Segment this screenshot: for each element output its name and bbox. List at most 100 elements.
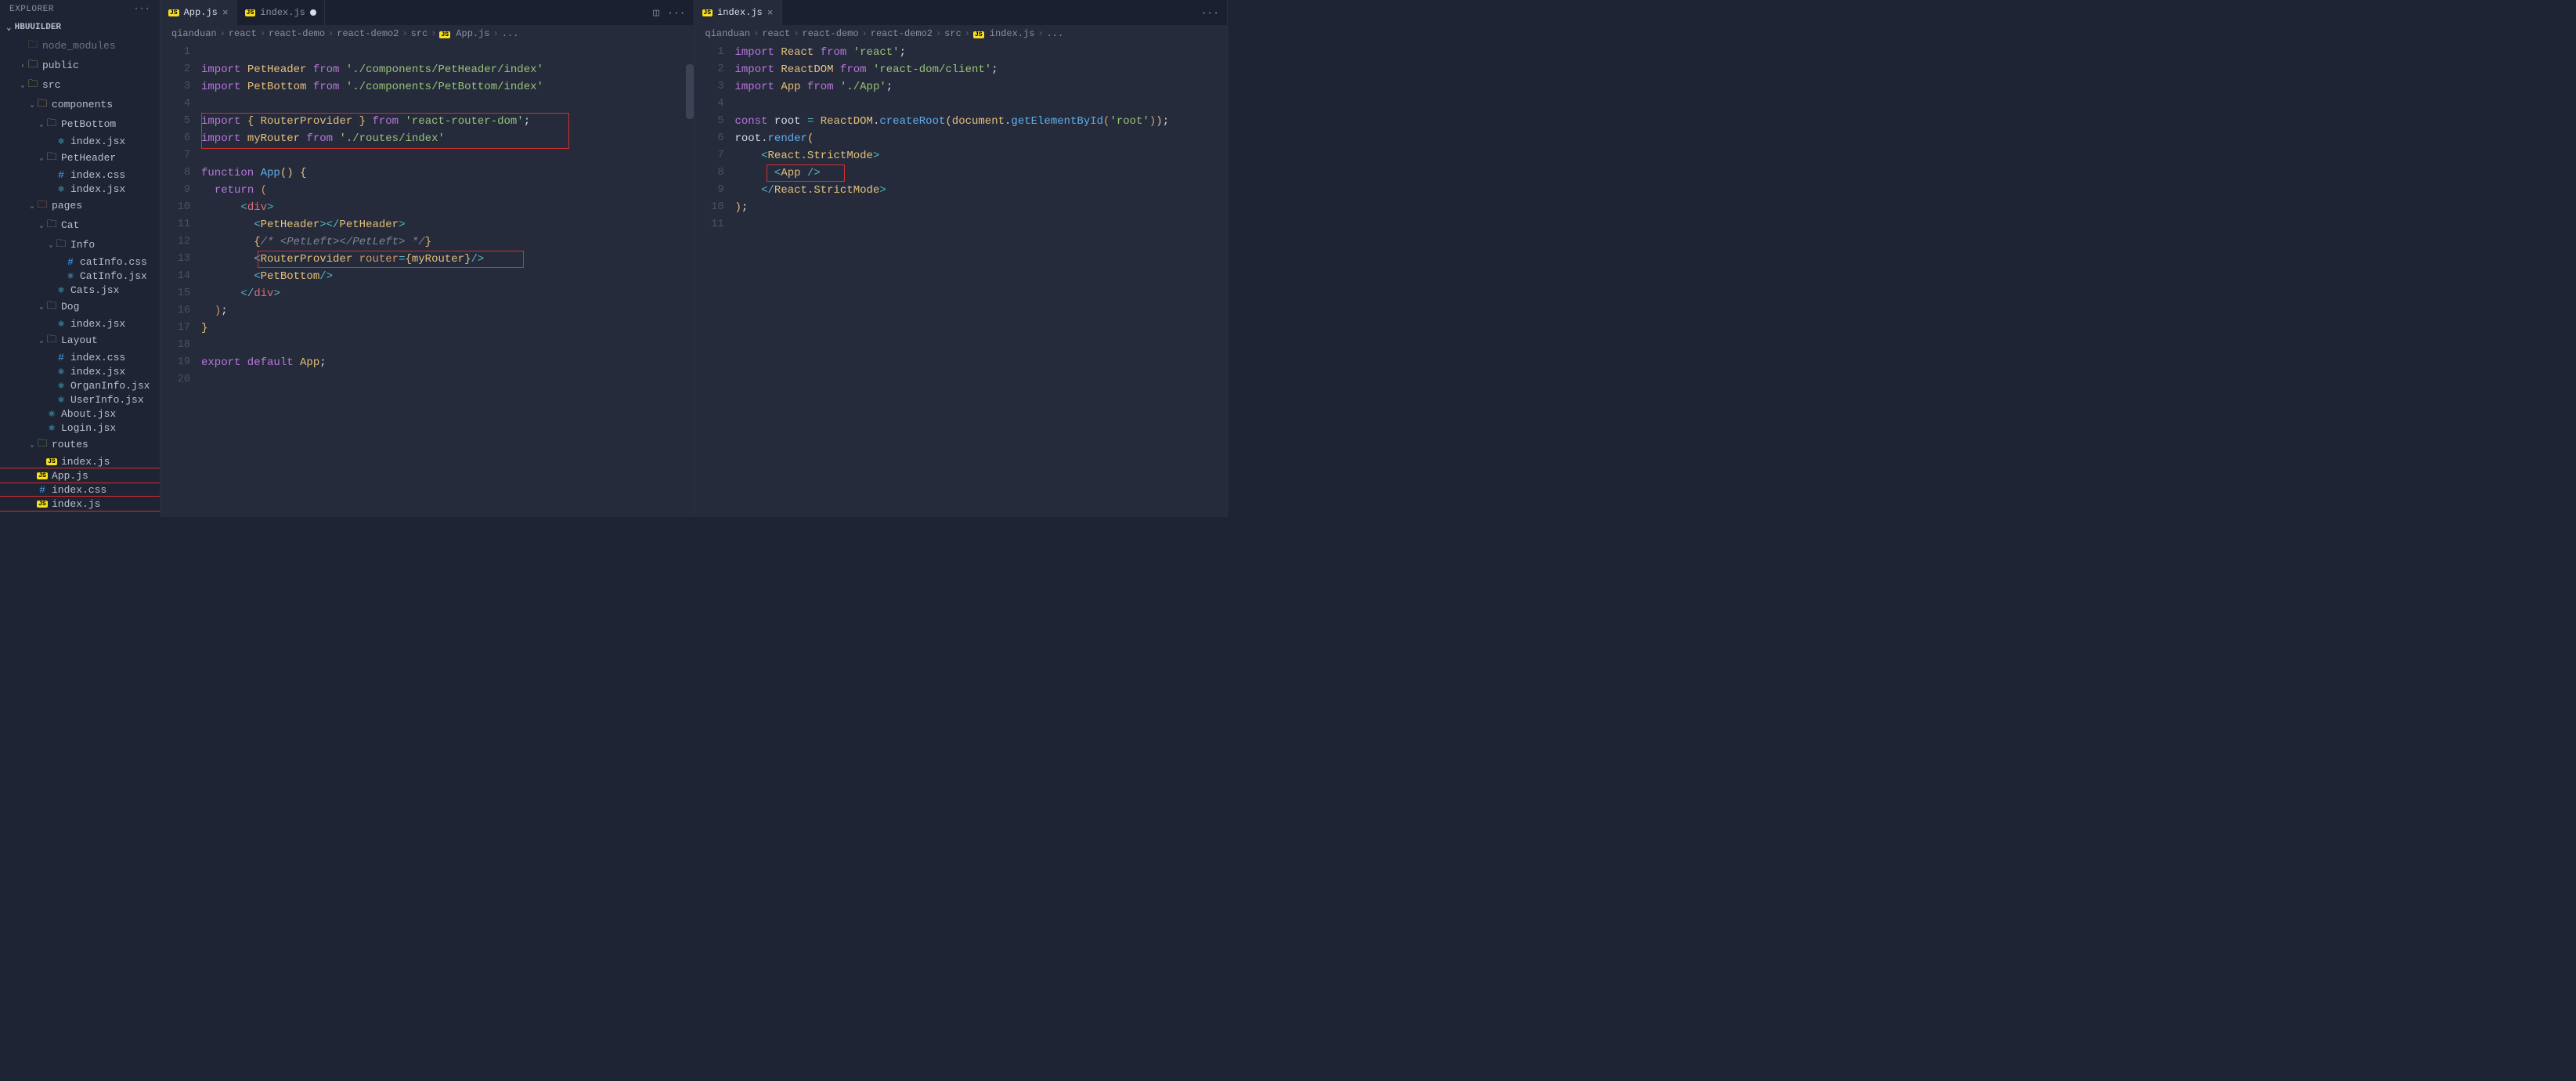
- more-icon[interactable]: ···: [1201, 7, 1219, 19]
- folder-pages[interactable]: ⌄🗀pages: [0, 196, 160, 215]
- folder-src[interactable]: ⌄🗀src: [0, 75, 160, 95]
- folder-petheader[interactable]: ⌄🗀PetHeader: [0, 148, 160, 168]
- code-line-15[interactable]: </div>: [201, 285, 694, 302]
- folder-node_modules[interactable]: 🗀node_modules: [0, 36, 160, 56]
- folder-cat[interactable]: ⌄🗀Cat: [0, 215, 160, 235]
- breadcrumb-segment[interactable]: react-demo2: [871, 28, 933, 39]
- file-index.css[interactable]: #index.css: [0, 483, 160, 497]
- code-line-4[interactable]: [735, 96, 1228, 113]
- file-index.jsx[interactable]: ⚛index.jsx: [0, 134, 160, 148]
- code-line-20[interactable]: [201, 371, 694, 389]
- code-line-10[interactable]: <div>: [201, 199, 694, 216]
- code-left[interactable]: import PetHeader from './components/PetH…: [201, 42, 694, 517]
- js-icon: JS: [973, 31, 984, 38]
- code-line-7[interactable]: <React.StrictMode>: [735, 147, 1228, 164]
- code-line-1[interactable]: [201, 44, 694, 61]
- code-right[interactable]: import React from 'react';import ReactDO…: [735, 42, 1228, 517]
- breadcrumb-segment[interactable]: JS App.js: [439, 28, 489, 39]
- code-line-16[interactable]: );: [201, 302, 694, 320]
- js-icon: JS: [168, 9, 179, 16]
- more-icon[interactable]: ···: [667, 7, 685, 19]
- code-line-7[interactable]: [201, 147, 694, 164]
- code-area-left[interactable]: 1234567891011121314151617181920 import P…: [161, 42, 694, 517]
- file-App.js[interactable]: JSApp.js: [0, 468, 160, 483]
- code-line-5[interactable]: import { RouterProvider } from 'react-ro…: [201, 113, 694, 130]
- breadcrumb-segment[interactable]: qianduan: [705, 28, 751, 39]
- breadcrumb-segment[interactable]: src: [411, 28, 428, 39]
- folder-public[interactable]: ›🗀public: [0, 56, 160, 75]
- folder-dog[interactable]: ⌄🗀Dog: [0, 297, 160, 316]
- breadcrumb-segment[interactable]: qianduan: [171, 28, 217, 39]
- file-Login.jsx[interactable]: ⚛Login.jsx: [0, 421, 160, 435]
- file-tree: 🗀node_modules›🗀public⌄🗀src⌄🗀components⌄🗀…: [0, 36, 160, 517]
- js-icon: JS: [702, 9, 713, 16]
- breadcrumb-right[interactable]: qianduan›react›react-demo›react-demo2›sr…: [695, 25, 1228, 42]
- breadcrumb-segment[interactable]: react-demo: [269, 28, 325, 39]
- code-line-3[interactable]: import App from './App';: [735, 78, 1228, 96]
- code-line-12[interactable]: {/* <PetLeft></PetLeft> */}: [201, 233, 694, 251]
- breadcrumb-segment[interactable]: ...: [502, 28, 519, 39]
- close-icon[interactable]: ×: [767, 7, 774, 19]
- editor-group-right: JSindex.js× ··· qianduan›react›react-demo…: [695, 0, 1228, 517]
- code-area-right[interactable]: 1234567891011 import React from 'react';…: [695, 42, 1228, 517]
- code-line-10[interactable]: );: [735, 199, 1228, 216]
- breadcrumb-segment[interactable]: react: [229, 28, 257, 39]
- breadcrumb-segment[interactable]: react-demo: [803, 28, 859, 39]
- code-line-8[interactable]: function App() {: [201, 164, 694, 182]
- file-index.jsx[interactable]: ⚛index.jsx: [0, 364, 160, 378]
- code-line-8[interactable]: <App />: [735, 164, 1228, 182]
- breadcrumb-segment[interactable]: react-demo2: [337, 28, 399, 39]
- code-line-19[interactable]: export default App;: [201, 354, 694, 371]
- breadcrumb-segment[interactable]: ...: [1047, 28, 1064, 39]
- file-index.css[interactable]: #index.css: [0, 168, 160, 182]
- tab-index.js[interactable]: JSindex.js: [237, 0, 325, 25]
- close-icon[interactable]: ×: [222, 7, 229, 19]
- file-index.jsx[interactable]: ⚛index.jsx: [0, 316, 160, 331]
- code-line-6[interactable]: root.render(: [735, 130, 1228, 147]
- scrollbar[interactable]: [686, 64, 694, 119]
- breadcrumb-segment[interactable]: JS index.js: [973, 28, 1034, 39]
- project-header[interactable]: ⌄ HBUUILDER: [0, 19, 160, 36]
- code-line-2[interactable]: import ReactDOM from 'react-dom/client';: [735, 61, 1228, 78]
- folder-layout[interactable]: ⌄🗀Layout: [0, 331, 160, 350]
- file-index.js[interactable]: JSindex.js: [0, 454, 160, 468]
- code-line-5[interactable]: const root = ReactDOM.createRoot(documen…: [735, 113, 1228, 130]
- file-OrganInfo.jsx[interactable]: ⚛OrganInfo.jsx: [0, 378, 160, 392]
- code-line-18[interactable]: [201, 337, 694, 354]
- chevron-down-icon: ⌄: [6, 22, 12, 33]
- split-icon[interactable]: ◫: [653, 7, 659, 19]
- code-line-17[interactable]: }: [201, 320, 694, 337]
- file-UserInfo.jsx[interactable]: ⚛UserInfo.jsx: [0, 392, 160, 407]
- file-index.css[interactable]: #index.css: [0, 350, 160, 364]
- code-line-2[interactable]: import PetHeader from './components/PetH…: [201, 61, 694, 78]
- more-icon[interactable]: ···: [134, 5, 150, 14]
- tab-index.js[interactable]: JSindex.js×: [695, 0, 782, 25]
- code-line-1[interactable]: import React from 'react';: [735, 44, 1228, 61]
- code-line-6[interactable]: import myRouter from './routes/index': [201, 130, 694, 147]
- file-CatInfo.jsx[interactable]: ⚛CatInfo.jsx: [0, 269, 160, 283]
- explorer-sidebar: EXPLORER ··· ⌄ HBUUILDER 🗀node_modules›🗀…: [0, 0, 161, 517]
- file-Cats.jsx[interactable]: ⚛Cats.jsx: [0, 283, 160, 297]
- file-index.jsx[interactable]: ⚛index.jsx: [0, 182, 160, 196]
- breadcrumb-segment[interactable]: src: [944, 28, 961, 39]
- tab-App.js[interactable]: JSApp.js×: [161, 0, 237, 25]
- code-line-11[interactable]: [735, 216, 1228, 233]
- code-line-13[interactable]: <RouterProvider router={myRouter}/>: [201, 251, 694, 268]
- project-name: HBUUILDER: [15, 23, 61, 32]
- code-line-11[interactable]: <PetHeader></PetHeader>: [201, 216, 694, 233]
- file-catInfo.css[interactable]: #catInfo.css: [0, 255, 160, 269]
- code-line-9[interactable]: </React.StrictMode>: [735, 182, 1228, 199]
- js-icon: JS: [245, 9, 256, 16]
- folder-components[interactable]: ⌄🗀components: [0, 95, 160, 114]
- folder-info[interactable]: ⌄🗀Info: [0, 235, 160, 255]
- file-index.js[interactable]: JSindex.js: [0, 497, 160, 511]
- code-line-3[interactable]: import PetBottom from './components/PetB…: [201, 78, 694, 96]
- code-line-9[interactable]: return (: [201, 182, 694, 199]
- breadcrumb-left[interactable]: qianduan›react›react-demo›react-demo2›sr…: [161, 25, 694, 42]
- breadcrumb-segment[interactable]: react: [762, 28, 790, 39]
- code-line-14[interactable]: <PetBottom/>: [201, 268, 694, 285]
- folder-routes[interactable]: ⌄🗀routes: [0, 435, 160, 454]
- code-line-4[interactable]: [201, 96, 694, 113]
- file-About.jsx[interactable]: ⚛About.jsx: [0, 407, 160, 421]
- folder-petbottom[interactable]: ⌄🗀PetBottom: [0, 114, 160, 134]
